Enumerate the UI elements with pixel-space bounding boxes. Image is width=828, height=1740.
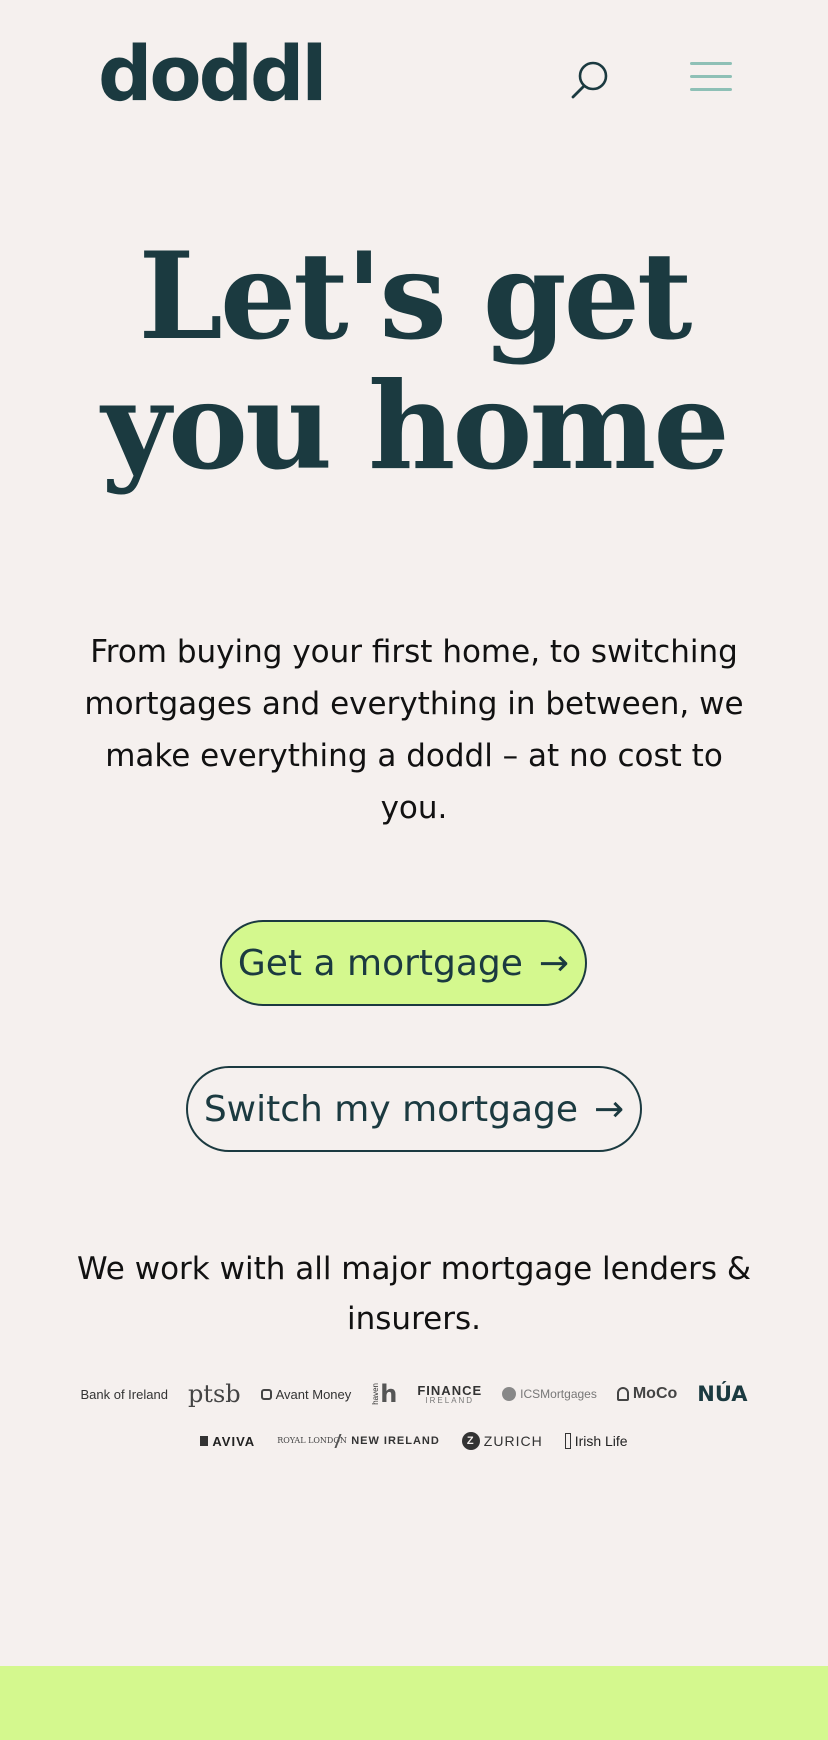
- lender-name: ptsb: [187, 1380, 241, 1408]
- lender-logo-irish-life: Irish Life: [564, 1433, 628, 1449]
- footer-band: [0, 1666, 828, 1740]
- ics-globe-icon: [502, 1387, 517, 1401]
- arrow-right-icon: →: [594, 1088, 625, 1130]
- arrow-right-icon: →: [538, 942, 570, 984]
- lender-name: NEW IRELAND: [351, 1435, 440, 1447]
- hero-title-line-2: you home: [101, 356, 729, 497]
- hero-subtitle: From buying your first home, to switchin…: [84, 634, 744, 826]
- lender-logo-zurich: Z ZURICH: [461, 1432, 543, 1450]
- zurich-z-icon: Z: [461, 1432, 480, 1450]
- lender-name: haven: [371, 1383, 381, 1405]
- lender-logo-new-ireland: NEW IRELAND: [334, 1434, 440, 1448]
- lender-logo-ics-mortgages: ICSMortgages: [502, 1387, 597, 1401]
- lender-logo-finance-ireland: FINANCE IRELAND: [417, 1384, 482, 1405]
- lender-name: Bank of Ireland: [80, 1386, 168, 1402]
- lender-logos-row-2: AVIVA ROYAL LONDON NEW IRELAND Z ZURICH …: [0, 1432, 828, 1450]
- avant-money-icon: [260, 1388, 272, 1400]
- hamburger-menu-button[interactable]: [690, 60, 734, 94]
- lender-logo-moco: MoCo: [616, 1385, 678, 1403]
- site-header: doddl: [0, 0, 828, 160]
- lender-name: MoCo: [632, 1385, 678, 1402]
- hamburger-line: [690, 75, 732, 78]
- lender-name: NÚA: [697, 1382, 748, 1406]
- search-button[interactable]: [568, 58, 612, 102]
- lender-subname: IRELAND: [425, 1395, 475, 1405]
- hamburger-menu-icon: [690, 62, 732, 65]
- aviva-flag-icon: [200, 1436, 209, 1446]
- lender-name: Avant Money: [275, 1386, 352, 1402]
- switch-my-mortgage-button[interactable]: Switch my mortgage →: [186, 1066, 642, 1152]
- lender-name: AVIVA: [212, 1433, 256, 1449]
- new-ireland-figure-icon: [334, 1434, 350, 1448]
- lender-logo-royal-london: ROYAL LONDON: [277, 1437, 347, 1445]
- switch-my-mortgage-label: Switch my mortgage: [203, 1088, 579, 1130]
- moco-house-icon: [616, 1387, 629, 1401]
- search-icon: [571, 61, 608, 99]
- hero-title: Let's get you home: [0, 232, 828, 492]
- haven-h-icon: h: [380, 1380, 398, 1408]
- lender-logo-aviva: AVIVA: [200, 1434, 255, 1449]
- lender-logo-haven: haven h: [371, 1380, 397, 1408]
- lender-name: ICSMortgages: [520, 1387, 597, 1401]
- lenders-intro-text: We work with all major mortgage lenders …: [76, 1251, 752, 1337]
- lender-logo-bank-of-ireland: Bank of Ireland: [80, 1387, 167, 1402]
- irish-life-figure-icon: [564, 1433, 571, 1449]
- lender-name: Irish Life: [574, 1433, 628, 1449]
- get-a-mortgage-label: Get a mortgage: [237, 942, 523, 984]
- lender-name: ZURICH: [483, 1433, 543, 1449]
- hamburger-line: [690, 88, 732, 91]
- lender-logo-avant-money: Avant Money: [260, 1386, 352, 1402]
- lender-logo-ptsb: ptsb: [188, 1380, 241, 1408]
- get-a-mortgage-button[interactable]: Get a mortgage →: [220, 920, 587, 1006]
- lender-logo-nua: NÚA: [697, 1382, 747, 1406]
- hero-title-line-1: Let's get: [138, 226, 693, 367]
- lender-name: FINANCE: [417, 1382, 483, 1398]
- doddl-logo[interactable]: doddl: [98, 36, 327, 112]
- lender-logos-row-1: Bank of Ireland ptsb Avant Money haven h…: [0, 1380, 828, 1408]
